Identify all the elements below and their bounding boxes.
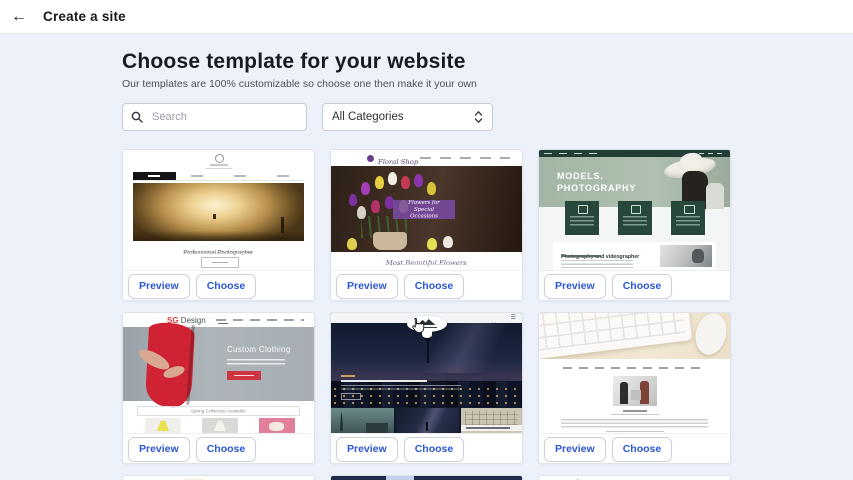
feature-card <box>618 201 652 235</box>
template-card-photographer: Professional Photographer Preview Choose <box>122 149 315 301</box>
site-header: Floral Shop <box>331 150 522 166</box>
template-thumbnail-photographer[interactable]: Professional Photographer <box>123 150 314 271</box>
site-cta-button <box>201 257 239 268</box>
create-site-page: ← Create a site Choose template for your… <box>0 0 853 480</box>
preview-button[interactable]: Preview <box>128 274 190 299</box>
template-card-partial-navy <box>330 475 523 480</box>
card-actions: Preview Choose <box>331 434 522 464</box>
template-thumbnail-night-city[interactable]: Menu ☰ <box>331 313 522 434</box>
template-card-floral-shop: Floral Shop <box>330 149 523 301</box>
template-thumbnail-floral-shop[interactable]: Floral Shop <box>331 150 522 271</box>
category-dropdown[interactable]: All Categories <box>322 103 493 131</box>
hero-cta-button <box>227 371 261 380</box>
search-box[interactable] <box>122 103 307 131</box>
template-thumbnail-partial-tabs[interactable] <box>123 476 314 480</box>
template-card-night-city: Menu ☰ <box>330 312 523 464</box>
choose-button[interactable]: Choose <box>196 274 257 299</box>
preview-button[interactable]: Preview <box>544 274 606 299</box>
section-photo-office <box>613 376 657 406</box>
hero-title: MODELS. PHOTOGRAPHY <box>557 170 636 194</box>
template-card-partial-kpc: KPC <box>538 475 731 480</box>
card-actions: Preview Choose <box>123 434 314 464</box>
tile-photo-map <box>461 408 522 433</box>
template-thumbnail-sg-design[interactable]: SG Design Custom Clothing <box>123 313 314 434</box>
template-thumbnail-keyboard-workspace[interactable] <box>539 313 730 434</box>
card-actions: Preview Choose <box>539 434 730 464</box>
content-section: Photography and videographer <box>553 242 716 270</box>
toolbar: All Categories <box>122 103 762 131</box>
page-title: Choose template for your website <box>122 50 762 74</box>
card-actions: Preview Choose <box>331 271 522 301</box>
template-card-keyboard-workspace: Preview Choose <box>538 312 731 464</box>
card-actions: Preview Choose <box>123 271 314 301</box>
preview-button[interactable]: Preview <box>544 437 606 462</box>
preview-button[interactable]: Preview <box>336 437 398 462</box>
content-section <box>539 359 730 433</box>
template-card-partial-tabs <box>122 475 315 480</box>
choose-button[interactable]: Choose <box>612 274 673 299</box>
category-selected-value: All Categories <box>332 111 404 123</box>
back-arrow-icon[interactable]: ← <box>11 9 27 25</box>
site-nav-links <box>216 319 304 321</box>
feature-card <box>671 201 705 235</box>
template-card-sg-design: SG Design Custom Clothing <box>122 312 315 464</box>
template-card-models-photography: MODELS. PHOTOGRAPHY <box>538 149 731 301</box>
app-bar-title: Create a site <box>43 9 126 24</box>
chevron-up-down-icon <box>474 110 483 124</box>
choose-button[interactable]: Choose <box>612 437 673 462</box>
hero-photo-tulips: Flowers for Special Occasions <box>331 166 522 252</box>
site-nav-links <box>563 367 706 369</box>
main-content: Choose template for your website Our tem… <box>122 33 762 480</box>
search-icon <box>131 111 143 123</box>
site-nav-bar <box>133 172 304 181</box>
product-photo-yellow-dress <box>145 418 181 433</box>
hero-title: Custom Clothing <box>227 345 291 354</box>
hero-photo-model-hat: MODELS. PHOTOGRAPHY <box>539 157 730 207</box>
choose-button[interactable]: Choose <box>196 437 257 462</box>
hero-photo-red-dress: Custom Clothing <box>123 327 314 401</box>
choose-button[interactable]: Choose <box>404 437 465 462</box>
card-actions: Preview Choose <box>539 271 730 301</box>
tile-photo-night-sky <box>396 408 459 433</box>
app-bar: ← Create a site <box>0 0 853 33</box>
page-subtitle: Our templates are 100% customizable so c… <box>122 78 762 90</box>
floral-logo-icon <box>367 155 374 162</box>
template-thumbnail-partial-kpc[interactable]: KPC <box>539 476 730 480</box>
site-logo-mark <box>215 154 224 163</box>
photo-icon <box>684 205 695 214</box>
hero-photo-field-sunset <box>133 183 304 241</box>
feature-card <box>565 201 599 235</box>
tile-photo-statue <box>331 408 394 433</box>
camera-icon <box>578 205 588 214</box>
site-nav-active-tab <box>386 476 414 480</box>
collection-banner: Spring Collection Available <box>137 406 300 416</box>
search-input[interactable] <box>150 110 298 124</box>
hamburger-icon: ☰ <box>511 314 516 321</box>
section-photo <box>660 245 712 267</box>
mouse-photo <box>691 313 730 358</box>
preview-button[interactable]: Preview <box>128 437 190 462</box>
site-logo-badge <box>407 316 447 332</box>
site-nav-links <box>420 157 510 159</box>
preview-button[interactable]: Preview <box>336 274 398 299</box>
film-icon <box>631 205 641 214</box>
template-thumbnail-models-photography[interactable]: MODELS. PHOTOGRAPHY <box>539 150 730 271</box>
product-photo-pink <box>259 418 295 433</box>
template-grid: Professional Photographer Preview Choose <box>122 149 762 480</box>
choose-button[interactable]: Choose <box>404 274 465 299</box>
template-thumbnail-partial-navy[interactable] <box>331 476 522 480</box>
mountain-logo-icon <box>418 319 436 325</box>
hero-banner: Flowers for Special Occasions <box>393 200 455 219</box>
product-photo-white-dress <box>202 418 238 433</box>
hero-photo-keyboard <box>539 313 730 359</box>
caption-script-text: Most Beautiful Flowers <box>331 254 522 271</box>
